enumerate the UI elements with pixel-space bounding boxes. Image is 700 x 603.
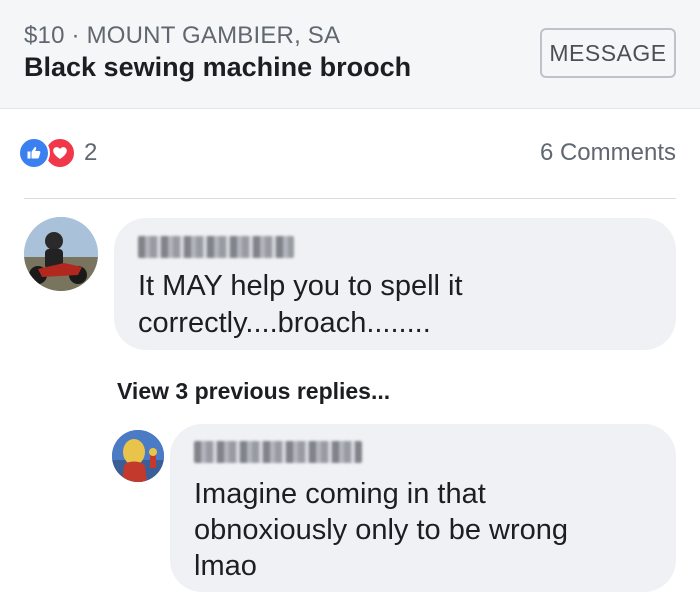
view-previous-replies-link[interactable]: View 3 previous replies... bbox=[117, 378, 390, 405]
reply-author-name-blurred[interactable] bbox=[194, 441, 362, 463]
reactions-summary[interactable]: 2 bbox=[18, 136, 97, 170]
reaction-count: 2 bbox=[84, 139, 98, 166]
comments-count-link[interactable]: 6 Comments bbox=[540, 139, 676, 167]
listing-price-location: $10 · MOUNT GAMBIER, SA bbox=[24, 22, 341, 49]
reply-avatar[interactable] bbox=[112, 430, 164, 482]
comment-text: It MAY help you to spell it correctly...… bbox=[138, 270, 463, 339]
listing-title[interactable]: Black sewing machine brooch bbox=[24, 52, 411, 83]
like-icon bbox=[18, 137, 50, 169]
commenter-avatar[interactable] bbox=[24, 217, 98, 291]
reply-text: Imagine coming in that obnoxiously only … bbox=[194, 478, 569, 582]
listing-header: $10 · MOUNT GAMBIER, SA Black sewing mac… bbox=[0, 0, 700, 109]
divider bbox=[24, 198, 676, 199]
message-button[interactable]: MESSAGE bbox=[540, 28, 676, 78]
commenter-name-blurred[interactable] bbox=[138, 236, 294, 258]
